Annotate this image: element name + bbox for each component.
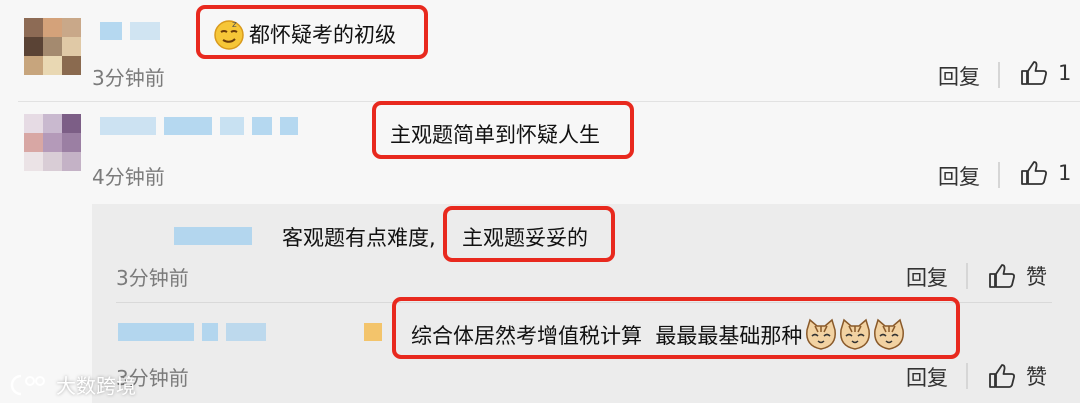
like-button[interactable]: 1: [1020, 160, 1071, 186]
username-blurred[interactable]: [118, 323, 266, 341]
username-blurred[interactable]: [100, 22, 160, 40]
thumbs-up-icon: [1021, 161, 1047, 185]
reply-button[interactable]: 回复: [938, 61, 980, 91]
highlight-box: [443, 206, 615, 262]
like-button[interactable]: 1: [1020, 60, 1071, 86]
divider: [998, 162, 1000, 188]
avatar[interactable]: [24, 114, 81, 171]
thumbs-up-icon: [989, 264, 1015, 288]
watermark-text: 大数跨境: [56, 374, 136, 398]
divider: [966, 363, 968, 389]
like-button[interactable]: 赞: [988, 361, 1047, 391]
like-count: 1: [1058, 161, 1072, 185]
comment-timestamp: 4分钟前: [92, 165, 165, 189]
highlight-box: [392, 297, 960, 359]
comment-timestamp: 3分钟前: [92, 66, 165, 90]
highlight-box: [372, 101, 634, 159]
divider: [998, 62, 1000, 88]
username-blurred[interactable]: [100, 117, 298, 135]
reply-prefix-text: 客观题有点难度,: [282, 226, 436, 250]
reply-text: 客观题有点难度,: [282, 222, 436, 252]
reply-button[interactable]: 回复: [906, 262, 948, 292]
thumbs-up-icon: [989, 364, 1015, 388]
avatar[interactable]: [24, 18, 81, 75]
highlight-box: [196, 5, 428, 59]
reply-button[interactable]: 回复: [938, 161, 980, 191]
like-button[interactable]: 赞: [988, 261, 1047, 291]
reply-button[interactable]: 回复: [906, 362, 948, 392]
reply-timestamp: 3分钟前: [116, 266, 189, 290]
watermark-logo-icon: [10, 374, 45, 395]
like-count: 1: [1058, 61, 1072, 85]
thumbs-up-icon: [1021, 61, 1047, 85]
like-label: 赞: [1026, 265, 1047, 289]
watermark: 大数跨境: [8, 370, 136, 399]
username-blurred[interactable]: [174, 227, 252, 245]
divider: [966, 263, 968, 289]
blurred-emoji: [364, 323, 382, 341]
like-label: 赞: [1026, 365, 1047, 389]
